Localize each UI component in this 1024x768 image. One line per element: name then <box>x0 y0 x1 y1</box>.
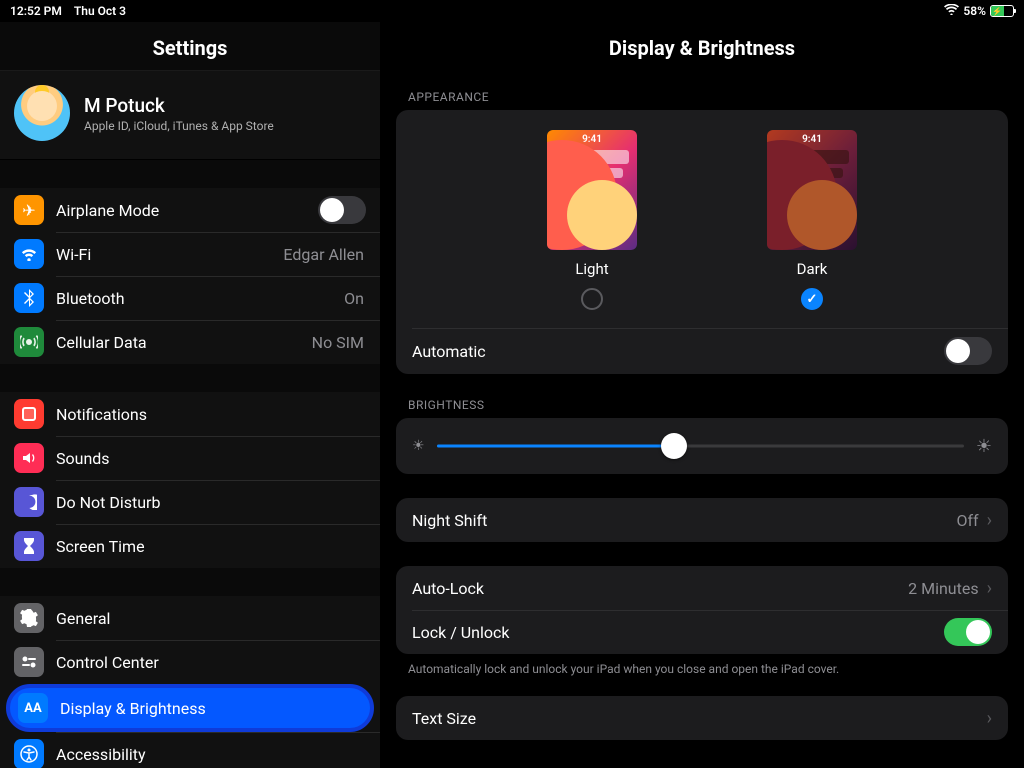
wifi-icon <box>944 4 959 19</box>
status-time: 12:52 PM <box>10 4 62 18</box>
row-screen-time[interactable]: Screen Time <box>0 524 380 568</box>
status-date: Thu Oct 3 <box>74 4 126 18</box>
row-bluetooth[interactable]: Bluetooth On <box>0 276 380 320</box>
profile-row[interactable]: M Potuck Apple ID, iCloud, iTunes & App … <box>0 70 380 160</box>
chevron-right-icon: › <box>987 510 992 531</box>
sun-small-icon: ☀ <box>412 438 425 454</box>
appearance-dark[interactable]: 9:41 Dark <box>767 130 857 310</box>
row-sounds[interactable]: Sounds <box>0 436 380 480</box>
lock-note: Automatically lock and unlock your iPad … <box>380 662 1024 696</box>
appearance-label: APPEARANCE <box>380 90 1024 110</box>
notifications-icon <box>14 399 44 429</box>
brightness-card: ☀ ☀ <box>396 418 1008 474</box>
appearance-card: 9:41 Light 9:41 Dark <box>396 110 1008 374</box>
dark-thumb: 9:41 <box>767 130 857 250</box>
row-dnd[interactable]: Do Not Disturb <box>0 480 380 524</box>
battery-pct: 58% <box>963 4 986 18</box>
sidebar-title: Settings <box>0 22 380 70</box>
sounds-icon <box>14 443 44 473</box>
row-notifications[interactable]: Notifications <box>0 392 380 436</box>
wifi-icon <box>14 239 44 269</box>
profile-name: M Potuck <box>84 94 274 117</box>
text-card: Text Size › <box>396 696 1008 740</box>
accessibility-icon <box>14 739 44 768</box>
sun-large-icon: ☀ <box>976 436 992 457</box>
airplane-icon: ✈ <box>14 195 44 225</box>
appearance-light[interactable]: 9:41 Light <box>547 130 637 310</box>
dark-radio[interactable] <box>801 288 823 310</box>
cellular-icon <box>14 327 44 357</box>
gear-icon <box>14 603 44 633</box>
battery-icon: ⚡ <box>990 5 1014 17</box>
row-display-brightness[interactable]: AA Display & Brightness <box>6 684 374 732</box>
profile-sub: Apple ID, iCloud, iTunes & App Store <box>84 119 274 133</box>
row-lock-unlock[interactable]: Lock / Unlock <box>396 610 1008 654</box>
row-general[interactable]: General <box>0 596 380 640</box>
row-night-shift[interactable]: Night Shift Off › <box>396 498 1008 542</box>
avatar <box>14 85 70 141</box>
airplane-switch[interactable] <box>318 196 366 224</box>
control-center-icon <box>14 647 44 677</box>
sidebar-group-alerts: Notifications Sounds Do Not Disturb Scre… <box>0 392 380 568</box>
row-wifi[interactable]: Wi-Fi Edgar Allen <box>0 232 380 276</box>
text-size-icon: AA <box>18 693 48 723</box>
lock-card: Auto-Lock 2 Minutes › Lock / Unlock <box>396 566 1008 654</box>
settings-sidebar: Settings M Potuck Apple ID, iCloud, iTun… <box>0 22 380 768</box>
detail-title: Display & Brightness <box>380 22 1024 90</box>
bluetooth-icon <box>14 283 44 313</box>
sidebar-group-connectivity: ✈ Airplane Mode Wi-Fi Edgar Allen Blueto… <box>0 188 380 364</box>
nightshift-card: Night Shift Off › <box>396 498 1008 542</box>
moon-icon <box>14 487 44 517</box>
chevron-right-icon: › <box>987 708 992 729</box>
light-thumb: 9:41 <box>547 130 637 250</box>
row-accessibility[interactable]: Accessibility <box>0 732 380 768</box>
row-cellular[interactable]: Cellular Data No SIM <box>0 320 380 364</box>
lock-unlock-switch[interactable] <box>944 618 992 646</box>
automatic-switch[interactable] <box>944 337 992 365</box>
status-bar: 12:52 PM Thu Oct 3 58% ⚡ <box>0 0 1024 22</box>
row-control-center[interactable]: Control Center <box>0 640 380 684</box>
hourglass-icon <box>14 531 44 561</box>
row-automatic[interactable]: Automatic <box>396 328 1008 374</box>
row-auto-lock[interactable]: Auto-Lock 2 Minutes › <box>396 566 1008 610</box>
light-radio[interactable] <box>581 288 603 310</box>
row-text-size[interactable]: Text Size › <box>396 696 1008 740</box>
detail-pane: Display & Brightness APPEARANCE 9:41 Lig… <box>380 22 1024 768</box>
row-airplane-mode[interactable]: ✈ Airplane Mode <box>0 188 380 232</box>
brightness-slider[interactable] <box>437 432 964 460</box>
sidebar-group-general: General Control Center AA Display & Brig… <box>0 596 380 768</box>
brightness-label: BRIGHTNESS <box>380 398 1024 418</box>
chevron-right-icon: › <box>987 578 992 599</box>
